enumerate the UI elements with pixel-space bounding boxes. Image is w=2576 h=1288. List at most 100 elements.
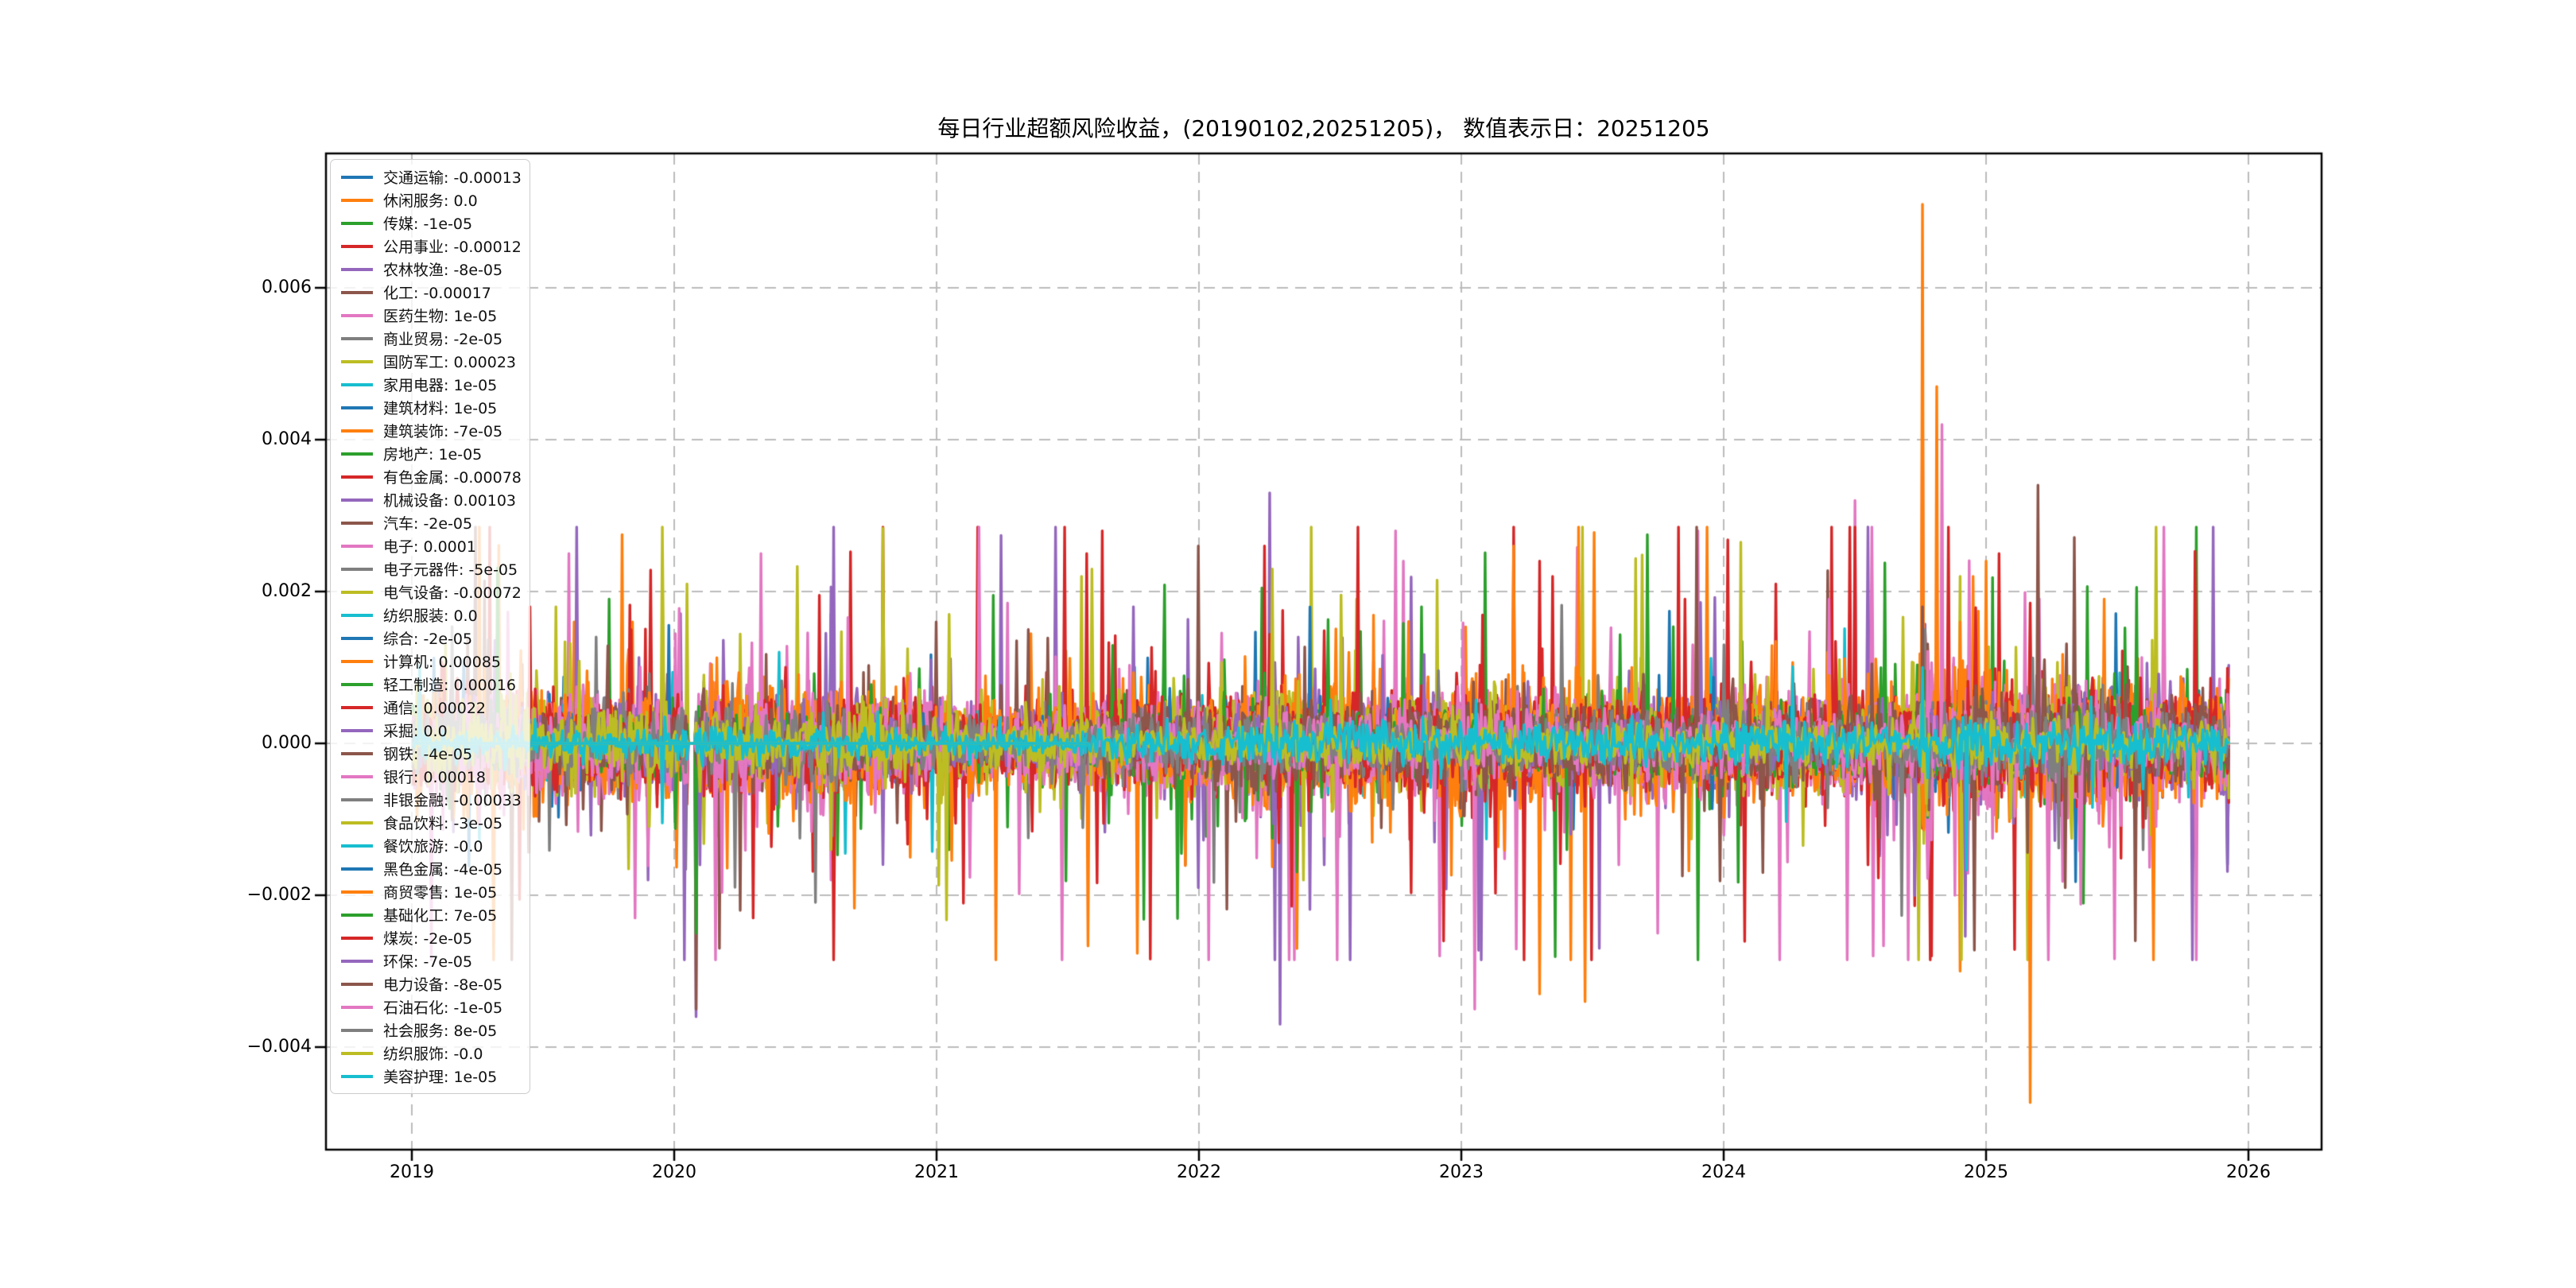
legend-swatch: [341, 291, 373, 294]
legend-swatch: [341, 983, 373, 986]
legend-swatch: [341, 245, 373, 248]
legend-item: 钢铁: -4e-05: [331, 742, 530, 765]
legend-item-label: 电力设备: -8e-05: [383, 973, 502, 995]
legend-item: 黑色金属: -4e-05: [331, 857, 530, 880]
legend-item-label: 银行: 0.00018: [383, 766, 486, 787]
legend-item-label: 公用事业: -0.00012: [383, 235, 522, 257]
legend-item: 化工: -0.00017: [331, 281, 530, 304]
legend-item-label: 计算机: 0.00085: [383, 650, 501, 672]
legend-item-label: 环保: -7e-05: [383, 950, 472, 972]
legend-swatch: [341, 522, 373, 525]
legend-item-label: 家用电器: 1e-05: [383, 374, 497, 395]
x-tick-label: 2026: [2201, 1162, 2296, 1182]
x-tick-label: 2023: [1414, 1162, 1509, 1182]
y-tick-label: 0.002: [0, 580, 312, 603]
legend-item-label: 商业贸易: -2e-05: [383, 328, 502, 349]
legend-swatch: [341, 591, 373, 594]
x-tick-label: 2021: [889, 1162, 984, 1182]
legend-item: 汽车: -2e-05: [331, 511, 530, 534]
legend-item-label: 传媒: -1e-05: [383, 212, 472, 234]
figure: 每日行业超额风险收益，(20190102,20251205)， 数值表示日：20…: [0, 0, 2576, 1288]
legend-item: 美容护理: 1e-05: [331, 1065, 530, 1088]
legend-item: 轻工制造: 0.00016: [331, 673, 530, 696]
legend-swatch: [341, 406, 373, 409]
legend-item: 电气设备: -0.00072: [331, 580, 530, 603]
legend-swatch: [341, 798, 373, 801]
y-tick-label: −0.002: [0, 883, 312, 907]
legend-item: 商业贸易: -2e-05: [331, 327, 530, 350]
legend-swatch: [341, 1029, 373, 1032]
legend-item: 纺织服饰: -0.0: [331, 1042, 530, 1065]
legend-swatch: [341, 821, 373, 824]
legend-item-label: 电子元器件: -5e-05: [383, 558, 518, 580]
legend-swatch: [341, 452, 373, 456]
legend-item-label: 国防军工: 0.00023: [383, 351, 516, 372]
legend-swatch: [341, 614, 373, 617]
legend-item-label: 有色金属: -0.00078: [383, 466, 522, 487]
legend: 交通运输: -0.00013 休闲服务: 0.0 传媒: -1e-05 公用事业…: [330, 159, 530, 1094]
legend-item: 电子元器件: -5e-05: [331, 557, 530, 580]
legend-swatch: [341, 314, 373, 317]
y-tick-label: 0.000: [0, 731, 312, 755]
legend-swatch: [341, 729, 373, 732]
legend-item: 社会服务: 8e-05: [331, 1018, 530, 1042]
y-tick-label: 0.004: [0, 428, 312, 452]
legend-swatch: [341, 199, 373, 202]
legend-item: 餐饮旅游: -0.0: [331, 834, 530, 857]
legend-item: 交通运输: -0.00013: [331, 165, 530, 188]
legend-item: 国防军工: 0.00023: [331, 350, 530, 373]
chart-title: 每日行业超额风险收益，(20190102,20251205)， 数值表示日：20…: [326, 111, 2322, 143]
legend-item: 电力设备: -8e-05: [331, 972, 530, 995]
legend-item-label: 纺织服装: 0.0: [383, 604, 478, 626]
legend-item: 采掘: 0.0: [331, 719, 530, 742]
legend-item: 休闲服务: 0.0: [331, 188, 530, 211]
legend-swatch: [341, 960, 373, 963]
legend-item: 通信: 0.00022: [331, 696, 530, 719]
x-tick-label: 2025: [1938, 1162, 2034, 1182]
legend-item-label: 商贸零售: 1e-05: [383, 881, 497, 902]
legend-item: 非银金融: -0.00033: [331, 788, 530, 811]
x-tick-label: 2022: [1151, 1162, 1247, 1182]
legend-item-label: 采掘: 0.0: [383, 720, 448, 741]
legend-item-label: 机械设备: 0.00103: [383, 489, 516, 510]
legend-item-label: 农林牧渔: -8e-05: [383, 258, 502, 280]
legend-item-label: 非银金融: -0.00033: [383, 789, 522, 810]
legend-item-label: 建筑材料: 1e-05: [383, 397, 497, 418]
legend-item-label: 建筑装饰: -7e-05: [383, 420, 502, 441]
legend-item: 食品饮料: -3e-05: [331, 811, 530, 834]
legend-swatch: [341, 268, 373, 271]
legend-item: 基础化工: 7e-05: [331, 903, 530, 926]
legend-item-label: 房地产: 1e-05: [383, 443, 482, 464]
legend-item: 石油石化: -1e-05: [331, 995, 530, 1018]
legend-item: 医药生物: 1e-05: [331, 304, 530, 327]
legend-item: 商贸零售: 1e-05: [331, 880, 530, 903]
legend-item: 纺织服装: 0.0: [331, 603, 530, 627]
legend-swatch: [341, 890, 373, 894]
legend-item: 计算机: 0.00085: [331, 650, 530, 673]
legend-swatch: [341, 683, 373, 686]
legend-swatch: [341, 383, 373, 386]
legend-item-label: 交通运输: -0.00013: [383, 166, 522, 188]
legend-item: 建筑装饰: -7e-05: [331, 419, 530, 442]
legend-swatch: [341, 937, 373, 940]
legend-item: 环保: -7e-05: [331, 949, 530, 972]
y-tick-label: −0.004: [0, 1035, 312, 1059]
legend-item-label: 石油石化: -1e-05: [383, 996, 502, 1018]
legend-item-label: 电子: 0.0001: [383, 535, 476, 557]
legend-swatch: [341, 867, 373, 871]
legend-swatch: [341, 914, 373, 917]
legend-item: 电子: 0.0001: [331, 534, 530, 557]
legend-swatch: [341, 429, 373, 433]
legend-item-label: 医药生物: 1e-05: [383, 305, 497, 326]
legend-swatch: [341, 176, 373, 179]
legend-item: 农林牧渔: -8e-05: [331, 258, 530, 281]
y-tick-label: 0.006: [0, 276, 312, 300]
legend-swatch: [341, 222, 373, 225]
legend-item-label: 电气设备: -0.00072: [383, 581, 522, 603]
legend-item-label: 轻工制造: 0.00016: [383, 673, 516, 695]
legend-item-label: 美容护理: 1e-05: [383, 1065, 497, 1087]
legend-item-label: 煤炭: -2e-05: [383, 927, 472, 949]
legend-item: 煤炭: -2e-05: [331, 926, 530, 949]
legend-item: 传媒: -1e-05: [331, 211, 530, 235]
legend-item: 家用电器: 1e-05: [331, 373, 530, 396]
